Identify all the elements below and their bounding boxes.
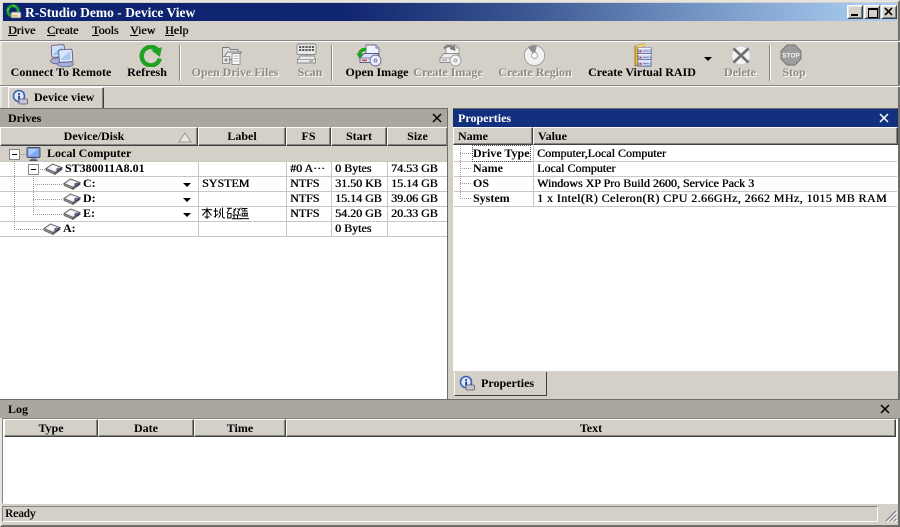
svg-text:STOP: STOP [782, 53, 800, 60]
